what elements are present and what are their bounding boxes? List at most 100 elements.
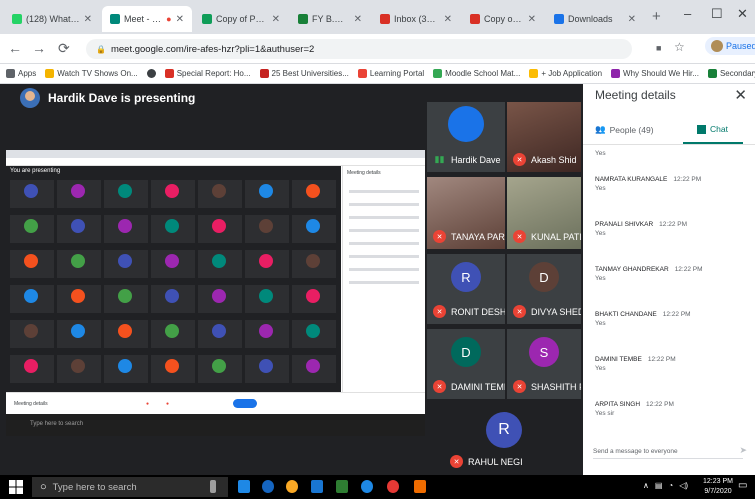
url-input[interactable]: 🔒 meet.google.com/ire-afes-hzr?pli=1&aut… — [86, 39, 632, 59]
chat-message: ARPITA SINGH 12:22 PM Yes sir — [595, 401, 674, 417]
notification-icon[interactable]: ▭ — [738, 480, 747, 491]
chrome-icon[interactable] — [286, 480, 298, 493]
close-icon[interactable]: ✕ — [354, 14, 362, 25]
bookmark-watch-tv[interactable]: Watch TV Shows On... — [45, 69, 138, 78]
edge-icon[interactable] — [262, 480, 274, 493]
task-view-icon[interactable] — [238, 480, 250, 493]
bookmark-universities[interactable]: 25 Best Universities... — [259, 69, 349, 78]
word-icon[interactable] — [311, 480, 323, 493]
shared-mini-tile — [10, 180, 54, 208]
shared-mini-tile — [198, 355, 242, 383]
back-button[interactable]: ← — [8, 40, 22, 56]
camera-icon[interactable]: ■ — [656, 43, 661, 53]
shared-mini-tile — [104, 180, 148, 208]
system-tray[interactable]: ∧ ▤ ◔ ◁) — [643, 481, 688, 490]
tab-whatsapp[interactable]: (128) WhatsApp ✕ — [4, 6, 100, 32]
participant-tile-hardik[interactable]: ▮▮ Hardik Dave — [427, 102, 505, 172]
shared-mini-tile — [104, 320, 148, 348]
network-icon[interactable]: ▤ — [655, 481, 663, 490]
avatar — [306, 184, 320, 198]
forward-button[interactable]: → — [32, 40, 46, 56]
avatar — [71, 324, 85, 338]
shared-mini-tile — [151, 285, 195, 313]
chat-input[interactable]: Send a message to everyone — [593, 448, 743, 459]
tab-meet[interactable]: Meet - ire-cr ● ✕ — [102, 6, 192, 32]
volume-icon[interactable]: ◁) — [679, 481, 688, 490]
participant-tile-akash[interactable]: ✕ Akash Shid — [507, 102, 581, 172]
participant-tile-tanaya[interactable]: ✕TANAYA PARHI — [427, 177, 505, 249]
microphone-icon[interactable] — [210, 480, 216, 493]
avatar — [71, 184, 85, 198]
close-icon[interactable]: ✕ — [444, 14, 452, 25]
avatar: D — [529, 262, 559, 292]
bookmark-special-report[interactable]: Special Report: Ho... — [164, 69, 251, 78]
taskbar-clock[interactable]: 12:23 PM 9/7/2020 — [703, 477, 733, 497]
shared-panel-title: Meeting details — [347, 170, 381, 176]
mic-off-icon: ✕ — [450, 455, 463, 468]
close-icon[interactable]: ✕ — [272, 14, 280, 25]
chat-message: DAMINI TEMBE 12:22 PM Yes — [595, 356, 676, 372]
bookmark-secondary-school[interactable]: Secondary School T... — [707, 69, 755, 78]
shared-mini-tile — [292, 180, 336, 208]
shared-mini-tile — [57, 250, 101, 278]
chevron-up-icon[interactable]: ∧ — [643, 481, 649, 490]
shared-mini-tile — [151, 250, 195, 278]
avatar — [212, 289, 226, 303]
bookmark-why-hire[interactable]: Why Should We Hir... — [611, 69, 699, 78]
avatar — [24, 324, 38, 338]
tab-inbox[interactable]: Inbox (38) - bafy ✕ — [372, 6, 460, 32]
close-icon[interactable]: ✕ — [628, 14, 636, 25]
mic-off-icon: ✕ — [513, 230, 526, 243]
excel-icon[interactable] — [336, 480, 348, 493]
participant-tile-damini[interactable]: D ✕DAMINI TEMBE — [427, 329, 505, 399]
tab-fy-bcom[interactable]: FY B.COM(A&F) D ✕ — [290, 6, 370, 32]
minimize-button[interactable]: – — [684, 6, 691, 21]
profile-button[interactable]: Paused — [705, 37, 755, 55]
taskbar-search-input[interactable]: ○ Type here to search — [32, 477, 228, 497]
tab-downloads[interactable]: Downloads ✕ — [546, 6, 644, 32]
tab-copy-phcasc-2[interactable]: Copy of PHCASC ✕ — [462, 6, 544, 32]
close-icon[interactable]: ✕ — [176, 14, 184, 25]
participant-tile-shashith[interactable]: S ✕SHASHITH P... — [507, 329, 581, 399]
avatar: R — [451, 262, 481, 292]
opera-icon[interactable] — [387, 480, 399, 493]
app-icon[interactable] — [414, 480, 426, 493]
close-icon[interactable]: ✕ — [84, 14, 92, 25]
tab-people[interactable]: 👥 People (49) — [595, 124, 654, 135]
maximize-button[interactable]: ☐ — [711, 6, 723, 22]
close-icon[interactable]: ✕ — [734, 86, 747, 104]
close-window-button[interactable]: ✕ — [737, 6, 748, 22]
participant-tile-divya[interactable]: D ✕DIVYA SHEDGE — [507, 254, 581, 324]
bookmark-blank[interactable] — [146, 69, 156, 78]
mic-off-icon: ✕ — [513, 380, 526, 393]
avatar — [212, 184, 226, 198]
close-icon[interactable]: ✕ — [528, 14, 536, 25]
participant-tile-kunal[interactable]: ✕KUNAL PATIL — [507, 177, 581, 249]
shared-mini-tile — [198, 215, 242, 243]
windows-start-icon[interactable] — [8, 479, 24, 495]
shared-presenting-label: You are presenting — [10, 168, 61, 174]
avatar — [306, 254, 320, 268]
tab-copy-phcasc[interactable]: Copy of PHCASC ✕ — [194, 6, 288, 32]
panel-title: Meeting details — [595, 88, 676, 102]
tab-chat[interactable]: Chat — [697, 124, 728, 134]
bookmark-apps[interactable]: Apps — [6, 69, 36, 78]
avatar — [165, 359, 179, 373]
bookmark-learning-portal[interactable]: Learning Portal — [357, 69, 424, 78]
shared-mini-tile — [57, 180, 101, 208]
star-icon[interactable]: ☆ — [674, 40, 685, 54]
participant-tile-rahul[interactable]: R ✕ RAHUL NEGI — [440, 404, 570, 472]
send-icon[interactable]: ➤ — [739, 445, 747, 456]
avatar — [118, 359, 132, 373]
wifi-icon[interactable]: ◔ — [668, 481, 673, 490]
new-tab-button[interactable]: + — [652, 8, 661, 25]
avatar — [71, 219, 85, 233]
bookmark-job-application[interactable]: + Job Application — [529, 69, 602, 78]
avatar — [71, 359, 85, 373]
bookmark-moodle[interactable]: Moodle School Mat... — [433, 69, 520, 78]
search-icon: ○ — [40, 481, 47, 493]
ie-icon[interactable] — [361, 480, 373, 493]
participant-tile-ronit[interactable]: R ✕RONIT DESH... — [427, 254, 505, 324]
reload-button[interactable]: ⟳ — [58, 40, 70, 57]
mic-off-icon: ✕ — [513, 305, 526, 318]
